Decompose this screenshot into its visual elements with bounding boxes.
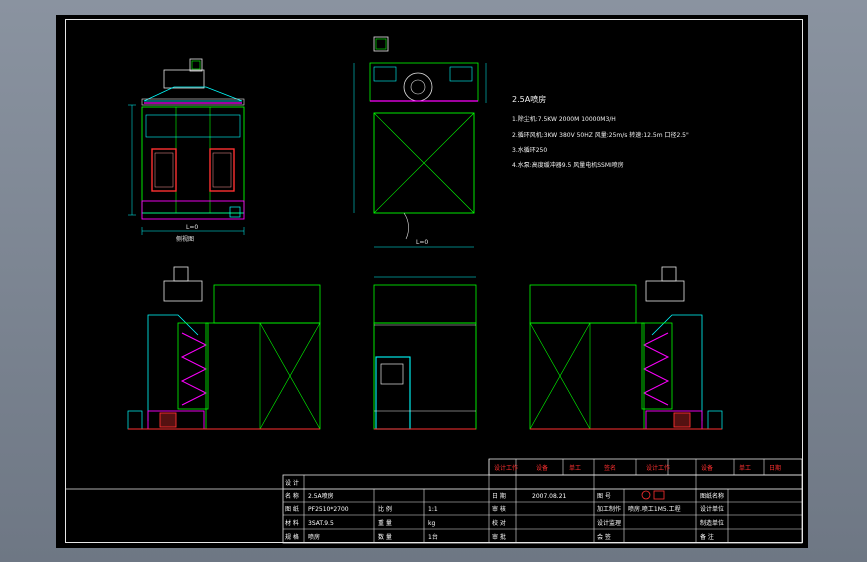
rev-header: 日期 [769,464,781,472]
tb-label: 数 量 [378,533,392,541]
plan-dim-label: L=0 [416,239,428,246]
tb-label: 设 计 [285,479,299,487]
tb-value: 喷房 [308,533,320,541]
technical-notes: 2.5A喷房 1.除尘机:7.5KW 2000M 10000M3/H 2.循环风… [512,94,689,169]
title-block: 设计工作 设备 单工 签名 设计工作 设备 单工 日期 设 计 名 称 2.5A… [65,458,803,544]
tb-value: 3SAT.9.5 [308,520,334,527]
front-view-label: 侧视图 [176,235,194,243]
drawing-sheet: 侧视图 L=0 L=0 2.5A喷房 1.除尘机:7.5KW 2000M 100… [56,15,808,548]
tb-label: 日 期 [492,492,506,500]
rev-header: 签名 [604,464,616,472]
rev-header: 单工 [739,464,751,472]
tb-label: 加工制作 [597,505,621,513]
cad-drawing: 侧视图 L=0 L=0 2.5A喷房 1.除尘机:7.5KW 2000M 100… [65,36,803,544]
rev-header: 设计工作 [646,464,670,472]
tb-value: 1:1 [428,506,438,513]
tb-label: 制造单位 [700,519,724,527]
tb-label: 审 批 [492,533,506,541]
company-logo-icon [641,490,651,500]
tb-value: 2.5A喷房 [308,492,334,500]
company-note: 喷房.喷工1M5.工程 [628,505,681,513]
tb-label: 设计监理 [597,519,621,527]
tb-label: 校 对 [492,519,506,527]
note-line: 4.水泵:高度缓冲器9.5 风量电机SSMI喷房 [512,161,624,169]
left-side-elevation [127,266,321,430]
note-line: 3.水循环250 [512,146,547,154]
tb-label: 审 核 [492,505,506,513]
tb-label: 图 号 [597,493,611,500]
rev-header: 设计工作 [494,464,518,472]
tb-label: 设计单位 [700,505,724,513]
tb-value: kg [428,520,435,527]
tb-label: 材 料 [285,519,299,527]
note-line: 2.循环风机:3KW 380V 50HZ 风量:25m/s 转速:12.5m 口… [512,131,689,139]
tb-label: 备 注 [700,533,714,541]
tb-label: 规 格 [285,533,299,541]
tb-value: 1台 [428,533,438,541]
tb-label: 比 例 [378,505,392,513]
right-side-elevation [529,266,723,430]
tb-label: 名 称 [285,492,299,500]
front-dim-label: L=0 [186,224,198,231]
tb-label: 图纸名称 [700,492,724,500]
rev-header: 设备 [536,464,548,472]
tb-label: 图 纸 [285,505,299,513]
door-elevation [373,276,477,430]
note-line: 1.除尘机:7.5KW 2000M 10000M3/H [512,115,616,123]
tb-label: 重 量 [378,519,392,527]
tb-label: 会 签 [597,533,611,541]
rev-header: 单工 [569,464,581,472]
tb-value: PF2510*2700 [308,506,349,513]
plan-view: L=0 [353,36,487,248]
front-elevation-view: 侧视图 L=0 [128,58,245,243]
notes-title: 2.5A喷房 [512,94,546,104]
rev-header: 设备 [701,464,713,472]
tb-value: 2007.08.21 [532,493,567,500]
